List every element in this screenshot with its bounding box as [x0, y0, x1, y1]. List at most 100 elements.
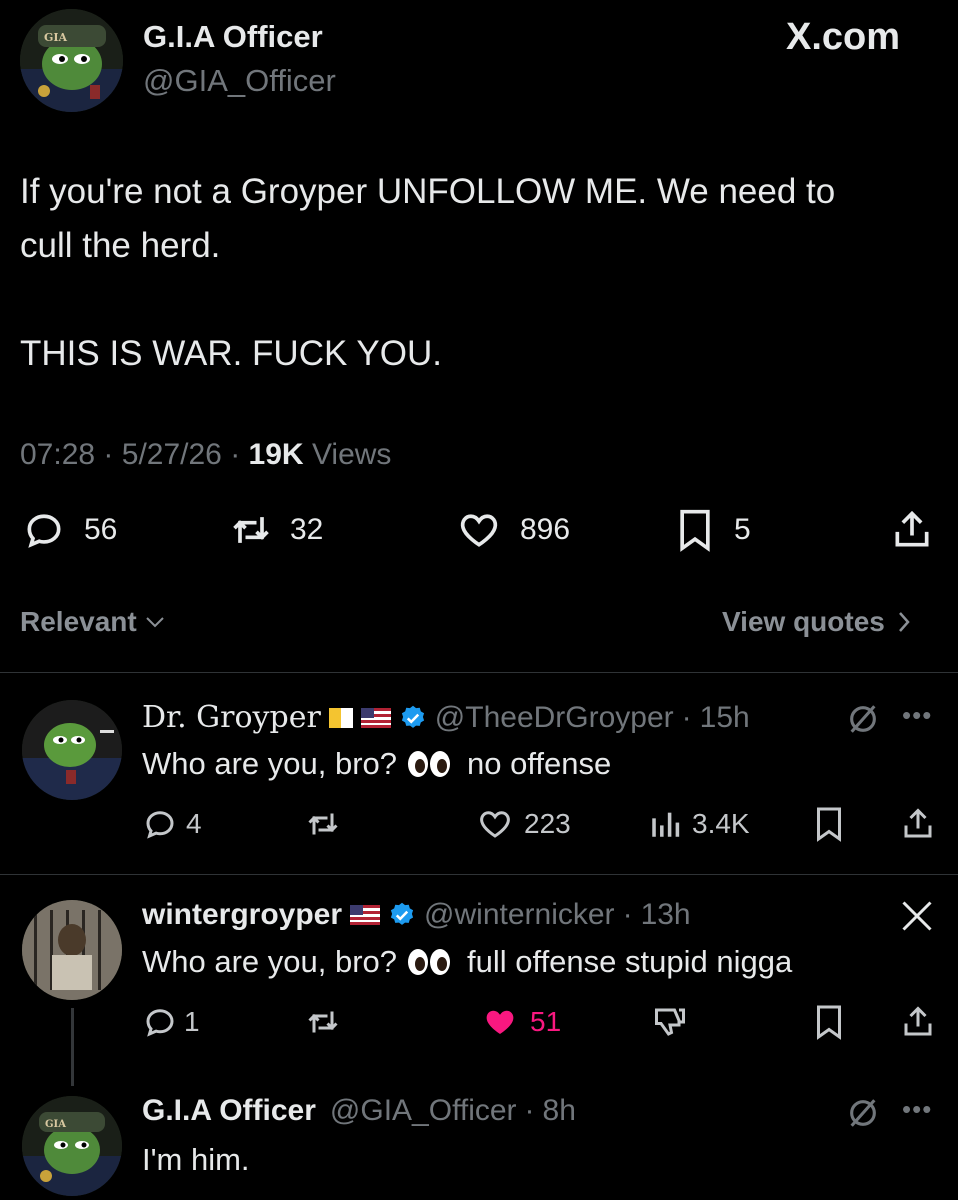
reply-text: Who are you, bro? no offense: [142, 746, 611, 782]
reply-time[interactable]: 15h: [700, 701, 750, 735]
reply-avatar[interactable]: [22, 700, 122, 800]
heart-icon: [460, 514, 498, 547]
heart-icon: [480, 811, 510, 838]
reply-text-main: Who are you, bro?: [142, 944, 398, 979]
cap-badge-text: GIA: [45, 1119, 66, 1130]
reply-reply-count: 4: [186, 808, 202, 839]
vatican-flag-icon: [328, 707, 353, 728]
reply-display-name[interactable]: Dr. Groyper: [142, 700, 321, 735]
share-icon: [904, 808, 932, 838]
verified-badge-icon: [401, 705, 424, 728]
post-text-line1: If you're not a Groyper UNFOLLOW ME. We …: [20, 172, 836, 211]
bookmark-icon: [817, 807, 841, 842]
views-count: 19K: [248, 438, 304, 471]
views-label: Views: [311, 438, 392, 471]
reply-like-button[interactable]: 223: [476, 806, 571, 842]
author-display-name[interactable]: G.I.A Officer: [143, 19, 323, 55]
reply-count: 56: [84, 513, 118, 546]
repost-icon: [308, 813, 338, 835]
reply-icon: [27, 514, 61, 548]
thumbs-down-icon: [655, 1008, 685, 1036]
reply-repost-button[interactable]: [304, 806, 342, 842]
us-flag-icon: [350, 905, 381, 925]
heart-filled-icon: [486, 1010, 514, 1034]
reply-like-button[interactable]: 51: [480, 1004, 561, 1040]
reply-dislike-button[interactable]: [652, 1004, 688, 1040]
bookmark-count: 5: [734, 513, 751, 546]
eyes-emoji-icon: [408, 949, 451, 975]
reply-text-after: full offense stupid nigga: [467, 944, 793, 979]
reply-time[interactable]: 8h: [543, 1094, 576, 1128]
reply-avatar[interactable]: GIA: [22, 1096, 122, 1196]
reply-reply-button[interactable]: 4: [142, 806, 202, 842]
bookmark-icon: [817, 1005, 841, 1040]
grok-icon[interactable]: [846, 1096, 880, 1130]
post-date[interactable]: 5/27/26: [122, 438, 222, 471]
more-options-icon[interactable]: •••: [902, 700, 932, 731]
more-options-icon[interactable]: •••: [902, 1094, 932, 1125]
divider: [0, 874, 958, 875]
reply-button[interactable]: 56: [22, 508, 117, 552]
chevron-right-icon: [898, 612, 910, 632]
post-meta: 07:28 · 5/27/26 · 19K Views: [20, 438, 391, 472]
separator: ·: [622, 898, 633, 931]
cap-badge-text: GIA: [44, 31, 68, 44]
separator: ·: [230, 438, 241, 471]
sort-label: Relevant: [20, 606, 137, 637]
repost-icon: [233, 517, 269, 543]
reply-bookmark-button[interactable]: [814, 1004, 844, 1040]
reply-share-button[interactable]: [900, 1004, 936, 1040]
reply-like-count: 223: [524, 808, 571, 839]
site-label: X.com: [786, 16, 901, 58]
analytics-icon: [652, 812, 680, 837]
reply-reply-count: 1: [184, 1006, 200, 1037]
separator: ·: [681, 700, 692, 734]
like-button[interactable]: 896: [456, 508, 570, 552]
thread-line: [71, 1008, 74, 1086]
view-quotes-label: View quotes: [722, 606, 885, 637]
share-button[interactable]: [890, 508, 934, 552]
repost-count: 32: [290, 513, 324, 546]
reply-handle[interactable]: @TheeDrGroyper: [435, 701, 674, 735]
author-avatar[interactable]: GIA: [20, 9, 123, 112]
post-time[interactable]: 07:28: [20, 438, 95, 471]
us-flag-icon: [360, 707, 391, 728]
x-logo-icon[interactable]: [898, 898, 936, 934]
reply-text: Who are you, bro? full offense stupid ni…: [142, 944, 792, 980]
eyes-emoji-icon: [408, 751, 451, 777]
reply-header: Dr. Groyper @TheeDrGroyper · 15h: [142, 700, 750, 735]
post-text-line3: THIS IS WAR. FUCK YOU.: [20, 334, 442, 373]
reply-time[interactable]: 13h: [641, 898, 691, 932]
reply-reply-button[interactable]: 1: [142, 1004, 200, 1040]
reply-repost-button[interactable]: [304, 1004, 342, 1040]
reply-display-name[interactable]: G.I.A Officer: [142, 1094, 316, 1128]
reply-bookmark-button[interactable]: [814, 806, 844, 842]
divider: [0, 672, 958, 673]
reply-text: I'm him.: [142, 1142, 250, 1177]
reply-share-button[interactable]: [900, 806, 936, 842]
reply-display-name[interactable]: wintergroyper: [142, 898, 342, 932]
reply-views-count: 3.4K: [692, 808, 750, 839]
share-icon: [895, 510, 929, 547]
post-text-line2: cull the herd.: [20, 226, 221, 265]
reply-header: G.I.A Officer @GIA_Officer · 8h: [142, 1094, 576, 1128]
reply-handle[interactable]: @GIA_Officer: [330, 1094, 517, 1128]
view-quotes-link[interactable]: View quotes: [722, 606, 911, 638]
verified-badge-icon: [390, 902, 414, 925]
sort-dropdown[interactable]: Relevant: [20, 606, 165, 638]
bookmark-button[interactable]: 5: [676, 508, 751, 552]
reply-views-button[interactable]: 3.4K: [648, 806, 750, 842]
chevron-down-icon: [146, 617, 164, 628]
author-handle[interactable]: @GIA_Officer: [143, 63, 336, 99]
like-count: 896: [520, 513, 571, 546]
repost-button[interactable]: 32: [228, 508, 323, 552]
grok-icon[interactable]: [846, 702, 880, 736]
reply-avatar[interactable]: [22, 900, 122, 1000]
bookmark-icon: [680, 509, 710, 552]
separator: ·: [103, 438, 114, 471]
reply-icon: [146, 811, 174, 839]
reply-handle[interactable]: @winternicker: [424, 898, 615, 932]
reply-text-after: no offense: [467, 746, 612, 781]
reply-like-count: 51: [530, 1006, 562, 1037]
repost-icon: [308, 1011, 338, 1033]
